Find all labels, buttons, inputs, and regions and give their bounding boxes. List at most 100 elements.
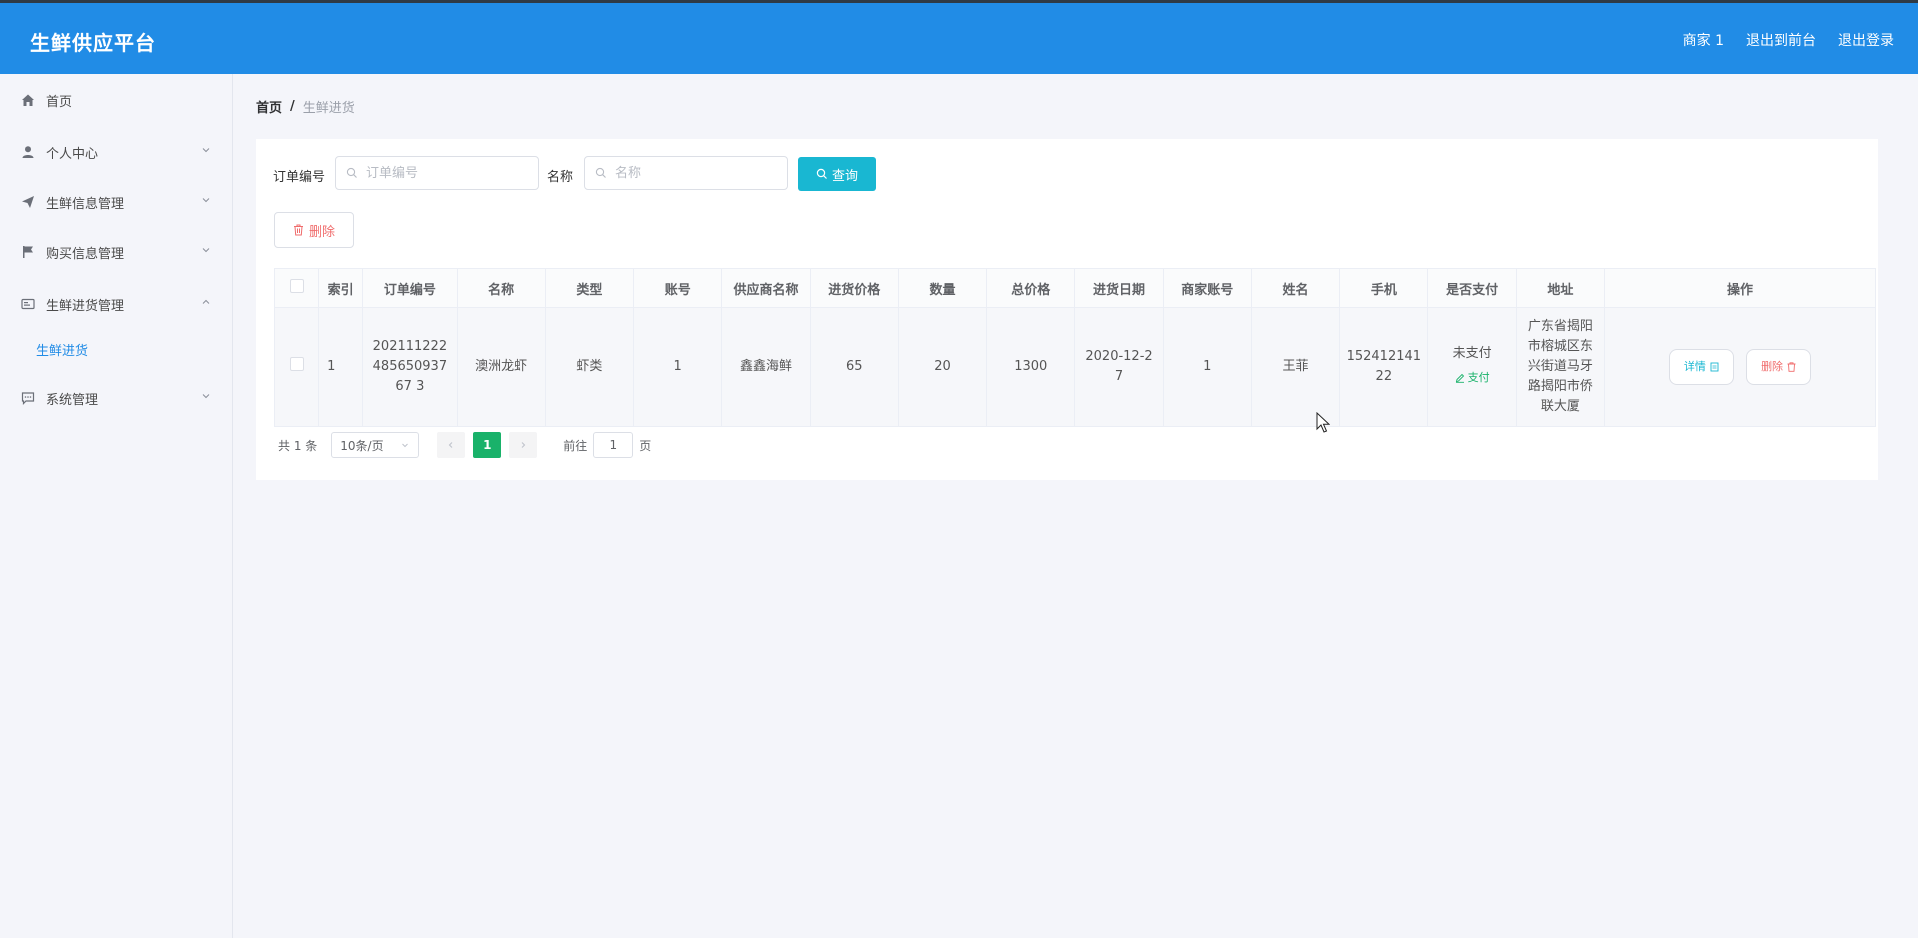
main-panel: 订单编号 名称 查询 删除 索引 订单编号 名称 类型 (256, 139, 1878, 480)
column-header: 姓名 (1250, 268, 1341, 308)
cell-name: 澳洲龙虾 (456, 307, 546, 427)
column-header: 进货价格 (809, 268, 899, 308)
row-delete-button[interactable]: 删除 (1746, 349, 1812, 385)
prev-page-button[interactable] (437, 432, 466, 458)
chat-icon (20, 390, 36, 406)
sidebar-item-label: 首页 (46, 94, 73, 110)
trash-icon (1787, 362, 1796, 372)
merchant-label[interactable]: 商家 1 (1683, 30, 1724, 50)
order-number-search[interactable] (335, 156, 539, 190)
batch-delete-button[interactable]: 删除 (274, 212, 354, 248)
cell-date: 2020-12-2 7 (1085, 349, 1153, 384)
sidebar-item-purchase-info[interactable]: 购买信息管理 (0, 232, 232, 272)
cell-address: 广东省揭阳市榕城区东兴街道马牙路揭阳市侨联大厦 (1527, 319, 1593, 414)
edit-icon (1455, 373, 1464, 383)
top-navbar: 生鲜供应平台 商家 1 退出到前台 退出登录 (0, 0, 1918, 74)
cell-type: 虾类 (544, 307, 635, 427)
cell-account: 1 (633, 307, 723, 427)
chevron-right-icon (521, 442, 526, 448)
pay-status-text: 未支付 (1452, 346, 1492, 361)
chevron-down-icon (202, 198, 210, 203)
page-number-current[interactable]: 1 (473, 432, 502, 458)
breadcrumb: 首页 / 生鲜进货 (256, 88, 1878, 124)
name-search[interactable] (584, 156, 788, 190)
column-header: 手机 (1339, 268, 1429, 308)
chevron-down-icon (402, 443, 409, 448)
detail-button[interactable]: 详情 (1668, 349, 1734, 385)
flag-icon (20, 244, 36, 260)
sidebar-item-label: 生鲜信息管理 (46, 196, 125, 212)
cell-quantity: 20 (897, 307, 988, 427)
name-input[interactable] (613, 164, 777, 182)
column-header: 数量 (897, 268, 988, 308)
column-header: 账号 (633, 268, 723, 308)
app-title: 生鲜供应平台 (30, 31, 156, 55)
breadcrumb-home[interactable]: 首页 (256, 97, 282, 116)
search-icon (346, 167, 357, 178)
cell-pay-status: 未支付 支付 (1427, 307, 1517, 427)
sidebar-item-fresh-purchase[interactable]: 生鲜进货管理 (0, 284, 232, 324)
name-label: 名称 (547, 170, 574, 185)
sidebar-item-personal-center[interactable]: 个人中心 (0, 132, 232, 172)
detail-button-label: 详情 (1683, 360, 1706, 373)
top-links: 商家 1 退出到前台 退出登录 (1683, 30, 1894, 50)
sidebar-item-home[interactable]: 首页 (0, 80, 232, 120)
cell-index: 1 (318, 307, 364, 427)
trash-icon (293, 224, 303, 236)
page-suffix: 页 (639, 438, 652, 453)
cell-operations: 详情 删除 (1603, 307, 1877, 427)
column-header: 供应商名称 (721, 268, 811, 308)
row-checkbox[interactable] (289, 356, 304, 371)
page-size-select[interactable]: 10条/页 (331, 432, 420, 458)
table-header-row: 索引 订单编号 名称 类型 账号 供应商名称 进货价格 数量 总价格 进货日期 … (273, 268, 1877, 308)
column-header: 订单编号 (362, 268, 458, 308)
logout-link[interactable]: 退出登录 (1838, 30, 1894, 50)
home-icon (20, 92, 36, 108)
back-to-front-link[interactable]: 退出到前台 (1746, 30, 1816, 50)
sidebar-item-fresh-info[interactable]: 生鲜信息管理 (0, 182, 232, 222)
cell-price: 65 (809, 307, 899, 427)
card-icon (20, 296, 36, 312)
column-header: 操作 (1603, 268, 1877, 308)
search-icon (595, 167, 606, 178)
chevron-down-icon (202, 148, 210, 153)
cell-phone: 152412141 22 (1346, 349, 1422, 384)
sidebar-subitem-fresh-purchase[interactable]: 生鲜进货 (36, 340, 88, 359)
breadcrumb-current: 生鲜进货 (302, 100, 355, 116)
table-row: 1 20211122248565093767 3 澳洲龙虾 虾类 1 鑫鑫海鲜 … (273, 307, 1877, 427)
document-icon (1710, 362, 1719, 372)
row-select-cell[interactable] (273, 307, 320, 427)
send-icon (20, 194, 36, 210)
sidebar-item-label: 生鲜进货管理 (46, 298, 125, 314)
total-count: 共 1 条 (278, 438, 318, 453)
column-header: 名称 (456, 268, 546, 308)
column-header: 索引 (318, 268, 364, 308)
column-header: 总价格 (986, 268, 1076, 308)
sidebar-item-label: 购买信息管理 (46, 246, 125, 262)
column-header: 类型 (544, 268, 635, 308)
select-all-header[interactable] (273, 268, 320, 308)
pay-link[interactable]: 支付 (1455, 368, 1490, 388)
goto-page-input[interactable] (593, 432, 634, 458)
order-number-label: 订单编号 (273, 170, 326, 185)
cell-total: 1300 (986, 307, 1076, 427)
column-header: 进货日期 (1074, 268, 1164, 308)
purchase-table: 索引 订单编号 名称 类型 账号 供应商名称 进货价格 数量 总价格 进货日期 … (273, 268, 1877, 427)
next-page-button[interactable] (509, 432, 538, 458)
chevron-down-icon (202, 394, 210, 399)
order-number-input[interactable] (364, 164, 528, 182)
column-header: 地址 (1515, 268, 1605, 308)
sidebar-item-label: 个人中心 (46, 146, 99, 162)
row-delete-label: 删除 (1761, 360, 1784, 373)
sidebar-item-system[interactable]: 系统管理 (0, 378, 232, 418)
chevron-left-icon (448, 442, 453, 448)
search-icon (816, 168, 827, 179)
sidebar: 首页 个人中心 生鲜信息管理 购买信息管理 生鲜进货管理 生鲜进货 系统管理 (0, 74, 233, 938)
sidebar-item-label: 系统管理 (46, 392, 99, 408)
query-button[interactable]: 查询 (798, 157, 876, 191)
batch-delete-label: 删除 (308, 224, 335, 240)
mouse-cursor-icon (1316, 412, 1330, 433)
select-all-checkbox[interactable] (289, 279, 304, 293)
cell-person-name: 王菲 (1250, 307, 1341, 427)
cell-supplier: 鑫鑫海鲜 (721, 307, 811, 427)
